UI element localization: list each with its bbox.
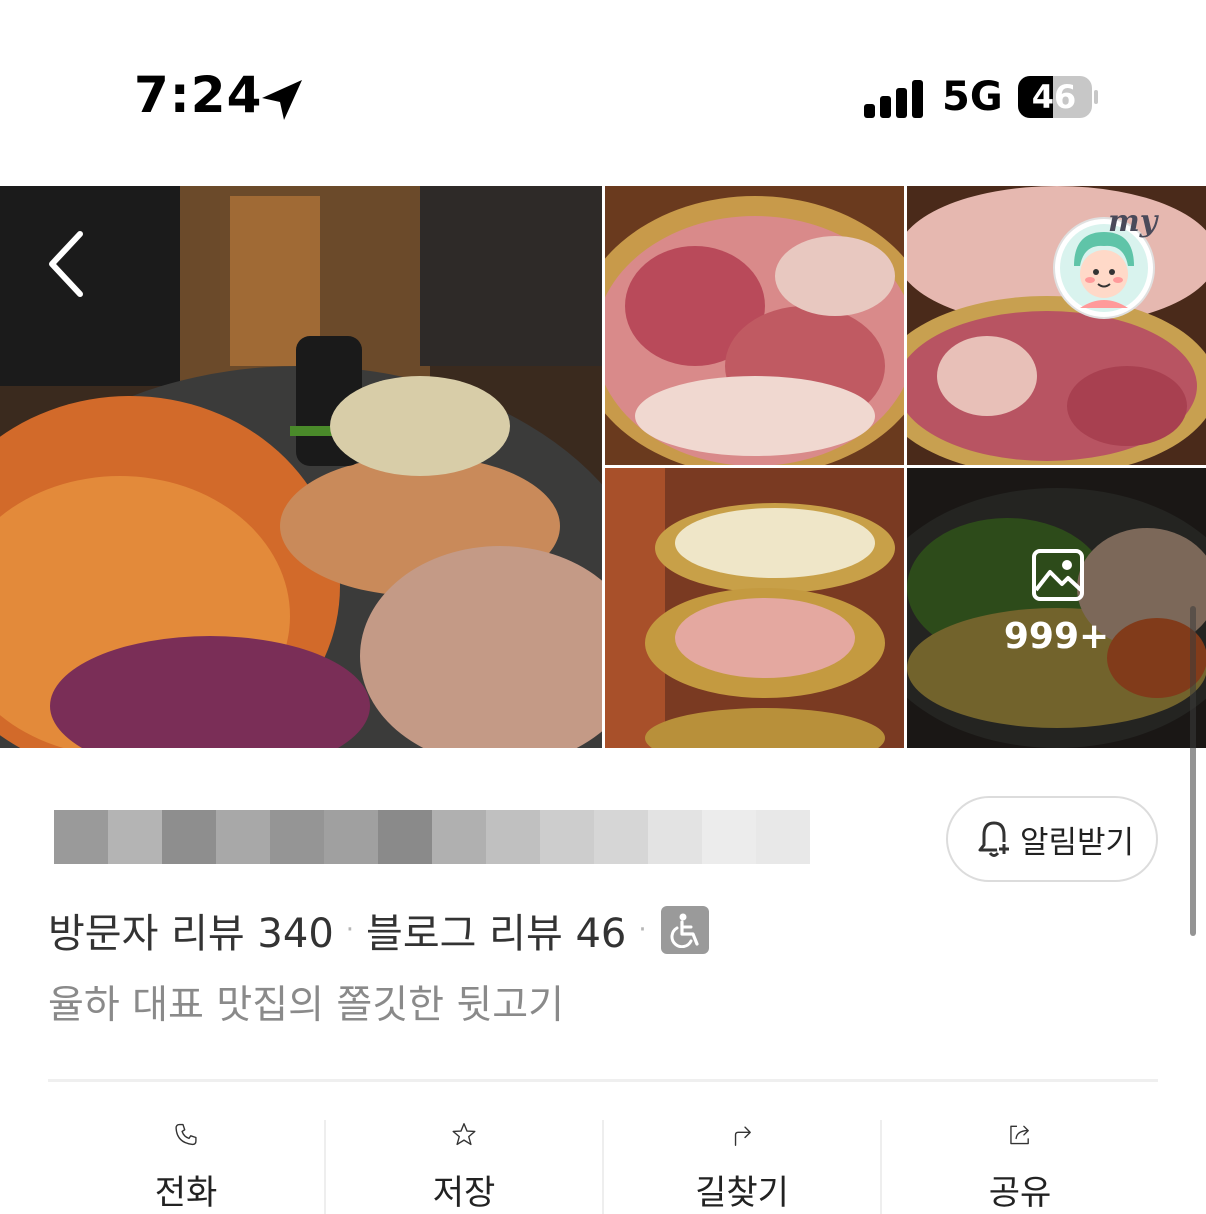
status-time: 7:24 <box>134 66 263 124</box>
gallery-icon <box>1032 549 1084 601</box>
battery-level: 46 <box>1031 78 1077 116</box>
status-bar: 7:24 5G 46 <box>0 0 1206 186</box>
scrollbar[interactable] <box>1190 606 1196 936</box>
gallery-photo-3[interactable] <box>605 468 904 748</box>
bell-plus-icon <box>978 821 1011 857</box>
wheelchair-accessible-icon <box>660 906 709 954</box>
share-button[interactable]: 공유 <box>880 1120 1158 1214</box>
location-arrow-icon <box>262 80 302 120</box>
notification-subscribe-label: 알림받기 <box>1020 824 1135 861</box>
photo-gallery: 999+ <box>0 186 1206 936</box>
directions-icon <box>734 1126 751 1146</box>
more-photos-overlay[interactable]: 999+ <box>907 468 1206 748</box>
star-icon <box>452 1123 476 1146</box>
save-button[interactable]: 저장 <box>324 1120 602 1214</box>
call-button[interactable]: 전화 <box>48 1082 324 1214</box>
save-label: 저장 <box>432 1173 496 1213</box>
my-badge-label: my <box>1108 204 1158 239</box>
share-icon <box>1010 1125 1029 1145</box>
place-name-blurred <box>54 810 810 864</box>
place-tagline: 율하 대표 맛집의 쫄깃한 뒷고기 <box>48 983 565 1028</box>
gallery-photo-1[interactable] <box>605 186 904 465</box>
directions-button[interactable]: 길찾기 <box>602 1120 880 1214</box>
cellular-signal-icon <box>864 80 923 118</box>
call-label: 전화 <box>154 1173 218 1213</box>
battery-icon: 46 <box>1018 76 1098 118</box>
network-type: 5G <box>942 74 1003 120</box>
blog-reviews-link[interactable]: 블로그 리뷰 46 <box>366 901 626 959</box>
review-summary: 방문자 리뷰 340 · 블로그 리뷰 46 · <box>48 902 709 958</box>
phone-icon <box>175 1123 197 1146</box>
share-label: 공유 <box>988 1173 1052 1213</box>
separator-dot: · <box>345 915 355 945</box>
directions-label: 길찾기 <box>695 1173 789 1213</box>
more-photos-count: 999+ <box>1003 616 1110 657</box>
notification-subscribe-button[interactable]: 알림받기 <box>946 796 1158 882</box>
my-profile-badge[interactable]: my <box>1052 204 1168 320</box>
action-bar: 전화 저장 길찾기 공유 <box>48 1082 1158 1214</box>
back-arrow-icon[interactable] <box>40 226 96 302</box>
separator-dot: · <box>638 915 647 945</box>
visitor-reviews-link[interactable]: 방문자 리뷰 340 <box>48 901 334 959</box>
